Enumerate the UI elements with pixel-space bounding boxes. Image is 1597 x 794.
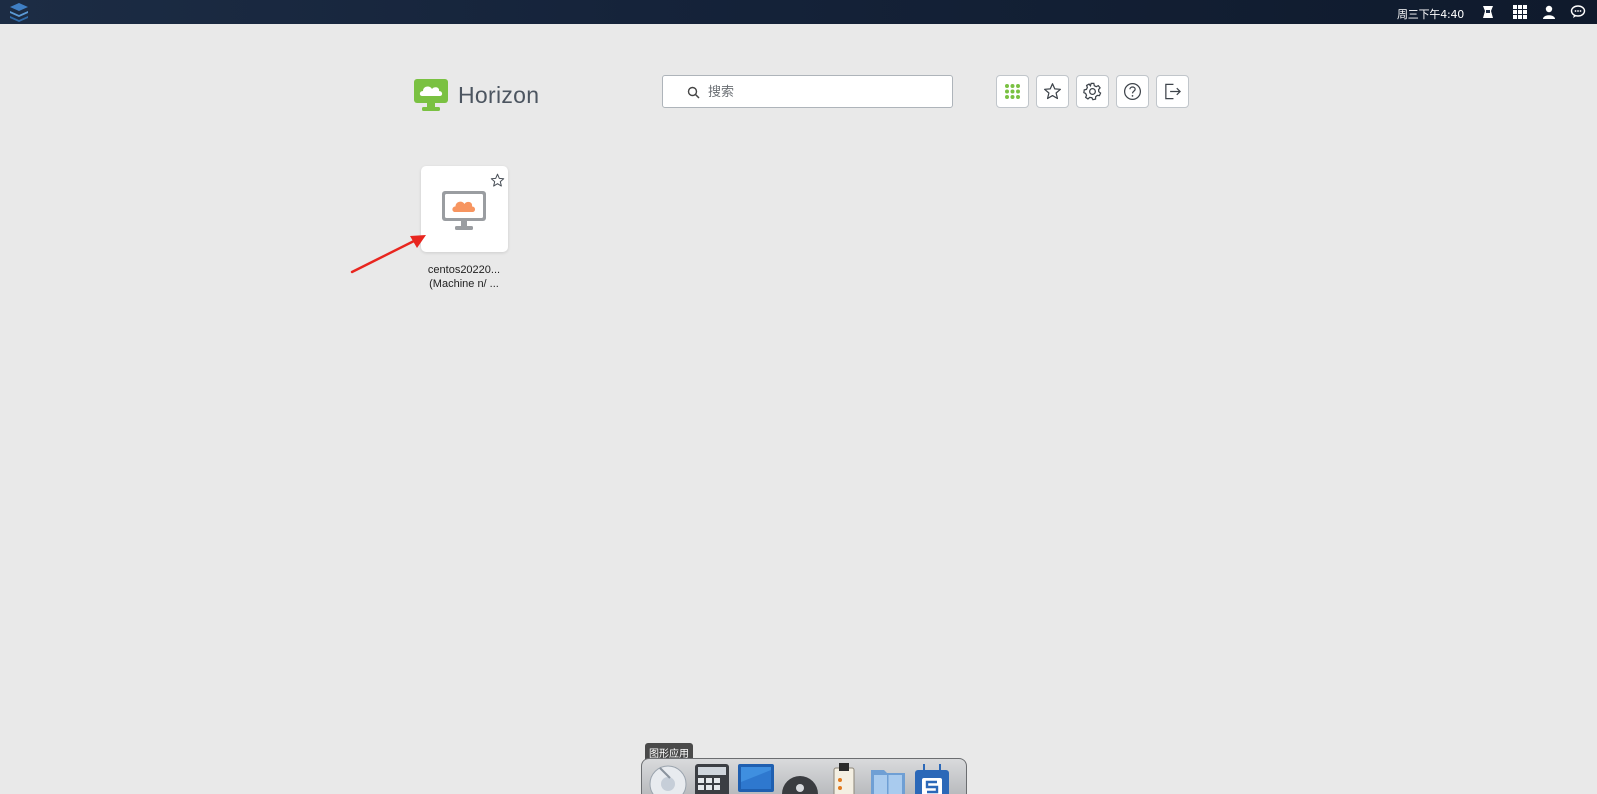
favorites-button[interactable] <box>1036 75 1069 108</box>
settings-button[interactable] <box>1076 75 1109 108</box>
search-icon <box>687 86 700 99</box>
settings-gear-icon <box>1083 82 1102 101</box>
tray-app-icon[interactable] <box>1480 4 1496 20</box>
horizon-brand-title: Horizon <box>458 82 540 108</box>
horizon-logo-icon <box>414 79 448 111</box>
desktop-subtitle: (Machine n/ ... <box>429 278 499 290</box>
favorites-star-icon <box>1043 83 1062 100</box>
calculator-icon[interactable] <box>692 762 732 794</box>
monitor-app-icon[interactable] <box>736 762 776 794</box>
system-top-bar: 周三下午4:40 <box>0 0 1597 24</box>
notes-app-icon[interactable] <box>824 762 864 794</box>
desktop-monitor-cloud-icon <box>442 191 486 230</box>
lock-app-icon[interactable] <box>780 762 820 794</box>
desktop-tile[interactable] <box>421 166 508 252</box>
os-logo-icon[interactable] <box>8 2 30 22</box>
search-input[interactable] <box>708 82 938 102</box>
logout-button[interactable] <box>1156 75 1189 108</box>
system-clock[interactable]: 周三下午4:40 <box>1397 6 1464 22</box>
help-button[interactable] <box>1116 75 1149 108</box>
apps-grid-icon <box>1005 84 1020 99</box>
user-icon[interactable] <box>1541 4 1557 20</box>
search-box[interactable] <box>662 75 953 108</box>
help-icon <box>1123 82 1142 101</box>
application-dock <box>641 758 967 794</box>
favorite-star-icon[interactable] <box>490 173 505 188</box>
files-app-icon[interactable] <box>868 762 908 794</box>
disk-utility-icon[interactable] <box>648 762 688 794</box>
annotation-arrow <box>350 235 426 274</box>
app-grid-icon[interactable] <box>1512 4 1528 20</box>
store-app-icon[interactable] <box>912 762 952 794</box>
chat-icon[interactable] <box>1570 4 1586 20</box>
logout-icon <box>1165 83 1181 100</box>
apps-view-button[interactable] <box>996 75 1029 108</box>
